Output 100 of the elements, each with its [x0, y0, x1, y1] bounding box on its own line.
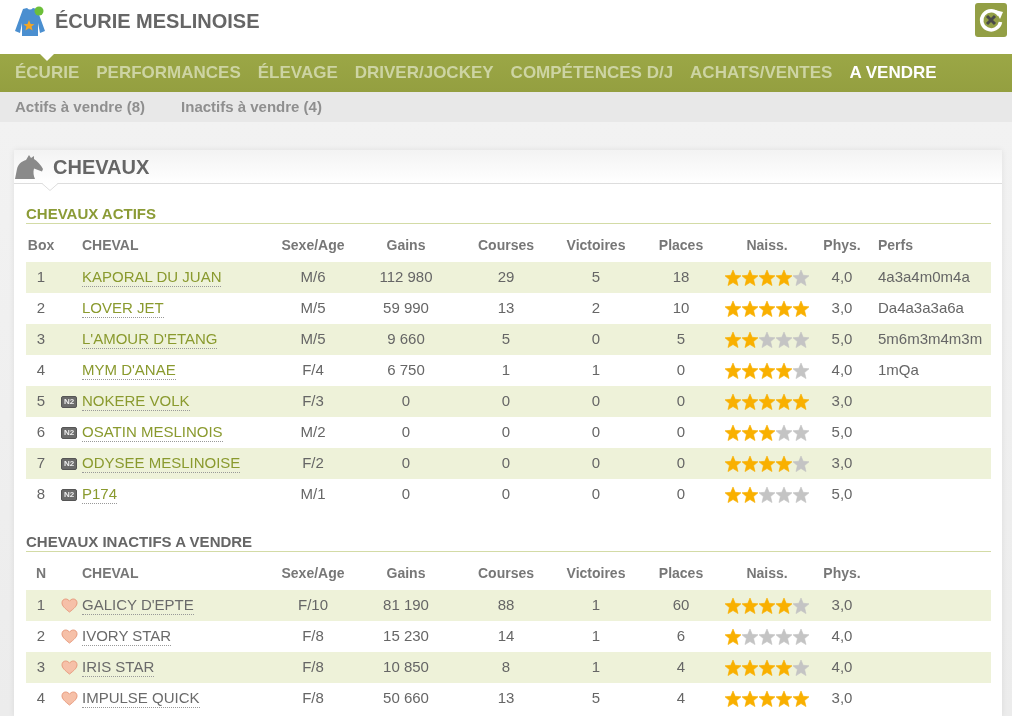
table-cell-text: 59 990 — [382, 298, 430, 319]
table-cell-text: 0 — [590, 329, 602, 350]
row-number: 4 — [35, 360, 47, 381]
table-cell-text: 0 — [500, 453, 512, 474]
horse-name-link[interactable]: IRIS STAR — [82, 658, 155, 677]
table-cell-text: 4,0 — [830, 267, 854, 288]
star-icon — [742, 659, 758, 676]
table-cell-text: 8 — [500, 657, 512, 678]
nav-tab[interactable]: ÉLEVAGE — [257, 60, 338, 86]
table-cell-text: 60 — [671, 595, 691, 616]
star-icon — [793, 486, 809, 503]
column-header: Gains — [385, 235, 427, 255]
table-cell-text: 5 — [590, 688, 602, 709]
table-cell-text: 0 — [400, 484, 412, 505]
stable-title: ÉCURIE MESLINOISE — [55, 9, 260, 34]
horse-name-link[interactable]: IVORY STAR — [82, 627, 172, 646]
column-header: Victoires — [565, 235, 627, 255]
sub-tab[interactable]: Inactifs à vendre (4) — [181, 95, 322, 119]
star-icon — [742, 486, 758, 503]
table-cell-text: 5 — [500, 329, 512, 350]
nav-tab[interactable]: ACHATS/VENTES — [690, 60, 833, 86]
star-icon — [725, 362, 741, 379]
nav-tab[interactable]: DRIVER/JOCKEY — [354, 60, 494, 86]
horse-head-icon — [14, 154, 44, 179]
star-icon — [759, 597, 775, 614]
row-number: 2 — [35, 298, 47, 319]
star-icon — [793, 690, 809, 707]
column-header: Victoires — [565, 563, 627, 583]
star-icon — [725, 331, 741, 348]
column-header: Phys. — [822, 563, 862, 583]
column-header: Courses — [477, 563, 535, 583]
star-icon — [793, 300, 809, 317]
star-icon — [776, 486, 792, 503]
column-header: CHEVAL — [82, 563, 140, 583]
table-cell-text: M/1 — [299, 484, 327, 505]
star-icon — [742, 362, 758, 379]
level-tag: N2 — [60, 395, 78, 408]
table-cell-text: 4,0 — [830, 657, 854, 678]
refresh-button[interactable] — [975, 3, 1007, 37]
table-cell-text: M/5 — [299, 298, 327, 319]
table-cell-text: 0 — [675, 360, 687, 381]
star-icon — [793, 455, 809, 472]
horse-name-link[interactable]: KAPORAL DU JUAN — [82, 268, 222, 287]
horse-name-link[interactable]: IMPULSE QUICK — [82, 689, 200, 708]
horse-name-link[interactable]: OSATIN MESLINOIS — [82, 423, 223, 442]
table-cell-text: 6 — [675, 626, 687, 647]
table-cell-text: 0 — [675, 391, 687, 412]
table-cell-text: 5m6m3m4m3m — [877, 329, 984, 350]
star-icon — [725, 628, 741, 645]
nav-tab[interactable]: A VENDRE — [849, 60, 937, 86]
table-cell-text: 18 — [671, 267, 691, 288]
table-cell-text: 3,0 — [830, 453, 854, 474]
table-cell-text: 0 — [590, 484, 602, 505]
table-cell-text: 10 850 — [382, 657, 430, 678]
row-number: 8 — [35, 484, 47, 505]
nav-tab[interactable]: ÉCURIE — [15, 60, 80, 86]
horse-name-link[interactable]: LOVER JET — [82, 299, 164, 318]
star-icon — [759, 486, 775, 503]
table-cell-text: 0 — [590, 422, 602, 443]
nav-tab[interactable]: PERFORMANCES — [96, 60, 241, 86]
star-icon — [776, 659, 792, 676]
star-icon — [759, 362, 775, 379]
horse-name-link[interactable]: ODYSEE MESLINOISE — [82, 454, 241, 473]
jersey-icon — [14, 5, 46, 37]
refresh-icon — [978, 7, 1004, 33]
star-icon — [742, 300, 758, 317]
nav-tab[interactable]: COMPÉTENCES D/J — [510, 60, 674, 86]
column-header: Sexe/Age — [280, 235, 346, 255]
section-title: CHEVAUX ACTIFS — [26, 205, 991, 224]
heart-icon — [60, 691, 78, 706]
sub-tab[interactable]: Actifs à vendre (8) — [15, 95, 146, 119]
table-cell-text: 14 — [496, 626, 516, 647]
table-cell-text: 5 — [675, 329, 687, 350]
table-cell-text: 5,0 — [830, 422, 854, 443]
section-title: CHEVAUX INACTIFS A VENDRE — [26, 533, 991, 552]
table-cell-text: 1 — [590, 595, 602, 616]
horse-name-link[interactable]: MYM D'ANAE — [82, 361, 176, 380]
star-icon — [793, 659, 809, 676]
column-header: CHEVAL — [82, 235, 140, 255]
table-cell-text: 4 — [675, 688, 687, 709]
column-header: Sexe/Age — [280, 563, 346, 583]
row-number: 1 — [35, 267, 47, 288]
star-icon — [742, 424, 758, 441]
table-cell-text: F/8 — [301, 688, 325, 709]
row-number: 4 — [35, 688, 47, 709]
heart-icon — [60, 660, 78, 675]
table-cell-text: 1 — [590, 626, 602, 647]
horse-name-link[interactable]: L'AMOUR D'ETANG — [82, 330, 218, 349]
star-icon — [742, 455, 758, 472]
horse-name-link[interactable]: P174 — [82, 485, 118, 504]
star-icon — [759, 455, 775, 472]
horse-name-link[interactable]: GALICY D'EPTE — [82, 596, 194, 615]
column-header: Phys. — [822, 235, 862, 255]
star-icon — [793, 628, 809, 645]
star-icon — [742, 690, 758, 707]
column-header: Perfs — [877, 235, 915, 255]
column-header: Gains — [385, 563, 427, 583]
table-cell-text: 1 — [590, 360, 602, 381]
horse-name-link[interactable]: NOKERE VOLK — [82, 392, 190, 411]
table-cell-text: 15 230 — [382, 626, 430, 647]
